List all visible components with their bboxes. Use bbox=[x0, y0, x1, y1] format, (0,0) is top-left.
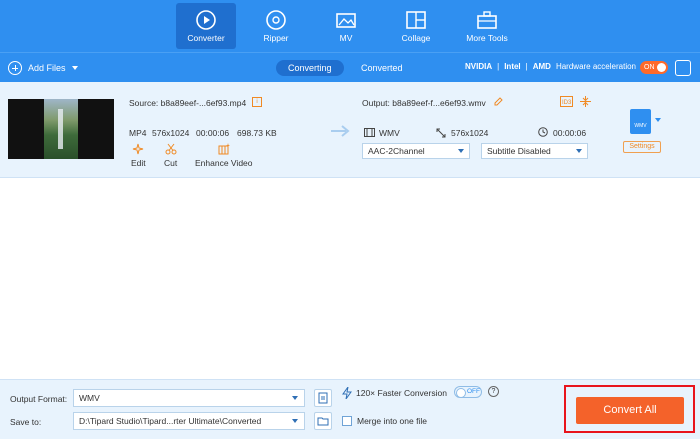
output-format-value: WMV bbox=[79, 393, 100, 403]
tab-ripper-label: Ripper bbox=[263, 33, 289, 43]
tab-converter[interactable]: Converter bbox=[176, 3, 236, 49]
output-format-select[interactable]: WMV bbox=[73, 389, 305, 407]
disc-icon bbox=[266, 10, 286, 30]
save-to-value: D:\Tipard Studio\Tipard...rter Ultimate\… bbox=[79, 416, 262, 426]
settings-button[interactable]: Settings bbox=[623, 141, 661, 153]
tab-more-tools-label: More Tools bbox=[466, 33, 508, 43]
source-resolution: 576x1024 bbox=[152, 128, 190, 138]
enhance-video-label: Enhance Video bbox=[195, 158, 253, 168]
queue-icon[interactable] bbox=[675, 60, 691, 76]
converter-icon bbox=[196, 10, 216, 30]
hw-amd: AMD bbox=[532, 62, 551, 71]
source-filename: Source: b8a89eef-...6ef93.mp4 bbox=[129, 98, 247, 108]
output-format-badge[interactable]: WMV bbox=[630, 109, 651, 134]
compress-icon[interactable] bbox=[580, 96, 591, 107]
tab-mv[interactable]: MV bbox=[316, 3, 376, 49]
hw-sep-2: | bbox=[525, 62, 528, 71]
tab-converted[interactable]: Converted bbox=[349, 60, 415, 76]
subtitle-select[interactable]: Subtitle Disabled bbox=[481, 143, 588, 159]
output-format: WMV bbox=[379, 128, 400, 138]
add-files-button[interactable]: Add Files bbox=[8, 60, 78, 76]
resize-icon bbox=[436, 128, 446, 138]
tab-converter-label: Converter bbox=[187, 33, 225, 43]
output-resolution: 576x1024 bbox=[451, 128, 489, 138]
arrow-right-icon bbox=[331, 125, 350, 137]
format-settings-button[interactable] bbox=[314, 389, 332, 407]
hw-nvidia: NVIDIA bbox=[465, 62, 493, 71]
output-format-label: Output Format: bbox=[10, 394, 68, 404]
cut-button[interactable]: Cut bbox=[164, 143, 177, 168]
chevron-down-icon bbox=[458, 149, 464, 153]
chevron-down-icon bbox=[576, 149, 582, 153]
faster-conversion-toggle[interactable]: OFF bbox=[454, 386, 482, 398]
hw-label: Hardware acceleration bbox=[555, 62, 636, 71]
hw-sep-1: | bbox=[497, 62, 500, 71]
help-icon[interactable]: ? bbox=[488, 386, 499, 397]
enhance-video-button[interactable]: Enhance Video bbox=[195, 143, 253, 168]
hardware-acceleration: NVIDIA | Intel | AMD Hardware accelerati… bbox=[465, 62, 636, 71]
waterfall-graphic bbox=[58, 109, 63, 149]
toolbar: Add Files Converting Converted NVIDIA | … bbox=[0, 52, 700, 82]
chevron-down-icon bbox=[292, 419, 298, 423]
tab-collage[interactable]: Collage bbox=[386, 3, 446, 49]
svg-text:ID3: ID3 bbox=[562, 100, 572, 106]
file-row bbox=[0, 82, 700, 178]
toolbox-icon bbox=[477, 11, 497, 29]
sparkle-icon bbox=[133, 143, 144, 155]
source-format: MP4 bbox=[129, 128, 147, 138]
audio-track-value: AAC-2Channel bbox=[368, 146, 425, 156]
tab-collage-label: Collage bbox=[401, 33, 431, 43]
tab-more-tools[interactable]: More Tools bbox=[456, 3, 518, 49]
chevron-down-icon bbox=[292, 396, 298, 400]
convert-all-highlight: Convert All bbox=[564, 385, 695, 433]
add-files-label: Add Files bbox=[28, 63, 66, 73]
hw-intel: Intel bbox=[504, 62, 521, 71]
tab-converting[interactable]: Converting bbox=[276, 60, 344, 76]
edit-label: Edit bbox=[131, 158, 146, 168]
save-to-label: Save to: bbox=[10, 417, 42, 427]
merge-option[interactable]: Merge into one file bbox=[342, 416, 427, 426]
scissors-icon bbox=[165, 143, 177, 155]
lightning-icon bbox=[342, 387, 352, 399]
open-folder-button[interactable] bbox=[314, 412, 332, 430]
palette-icon bbox=[218, 143, 230, 155]
plus-icon bbox=[8, 61, 22, 75]
format-badge-label: WMV bbox=[634, 123, 647, 129]
merge-label: Merge into one file bbox=[357, 416, 427, 426]
chevron-down-icon[interactable] bbox=[71, 66, 78, 70]
audio-track-select[interactable]: AAC-2Channel bbox=[362, 143, 470, 159]
output-duration: 00:00:06 bbox=[553, 128, 587, 138]
merge-checkbox[interactable] bbox=[342, 416, 352, 426]
id3-icon[interactable]: ID3 bbox=[560, 96, 573, 107]
clock-icon bbox=[538, 127, 548, 137]
edit-button[interactable]: Edit bbox=[131, 143, 146, 168]
film-icon bbox=[364, 128, 375, 137]
mv-icon bbox=[336, 13, 356, 28]
hardware-acceleration-toggle[interactable]: ON bbox=[640, 61, 668, 74]
folder-icon bbox=[317, 417, 329, 426]
info-icon[interactable]: i bbox=[252, 97, 262, 107]
top-nav: Converter Ripper MV Collage More Tools bbox=[0, 0, 700, 52]
tab-mv-label: MV bbox=[339, 33, 353, 43]
pencil-icon[interactable] bbox=[493, 96, 504, 107]
source-size: 698.73 KB bbox=[237, 128, 277, 138]
video-thumbnail[interactable] bbox=[8, 99, 114, 159]
faster-conversion: 120× Faster Conversion bbox=[342, 387, 447, 399]
save-to-select[interactable]: D:\Tipard Studio\Tipard...rter Ultimate\… bbox=[73, 412, 305, 430]
tab-ripper[interactable]: Ripper bbox=[246, 3, 306, 49]
document-icon bbox=[318, 392, 328, 404]
output-filename: Output: b8a89eef-f...e6ef93.wmv bbox=[362, 98, 486, 108]
convert-all-button[interactable]: Convert All bbox=[576, 397, 684, 424]
collage-icon bbox=[406, 11, 426, 29]
cut-label: Cut bbox=[164, 158, 178, 168]
source-duration: 00:00:06 bbox=[196, 128, 230, 138]
faster-conversion-label: 120× Faster Conversion bbox=[356, 388, 447, 398]
chevron-down-icon[interactable] bbox=[655, 118, 661, 122]
subtitle-value: Subtitle Disabled bbox=[487, 146, 551, 156]
